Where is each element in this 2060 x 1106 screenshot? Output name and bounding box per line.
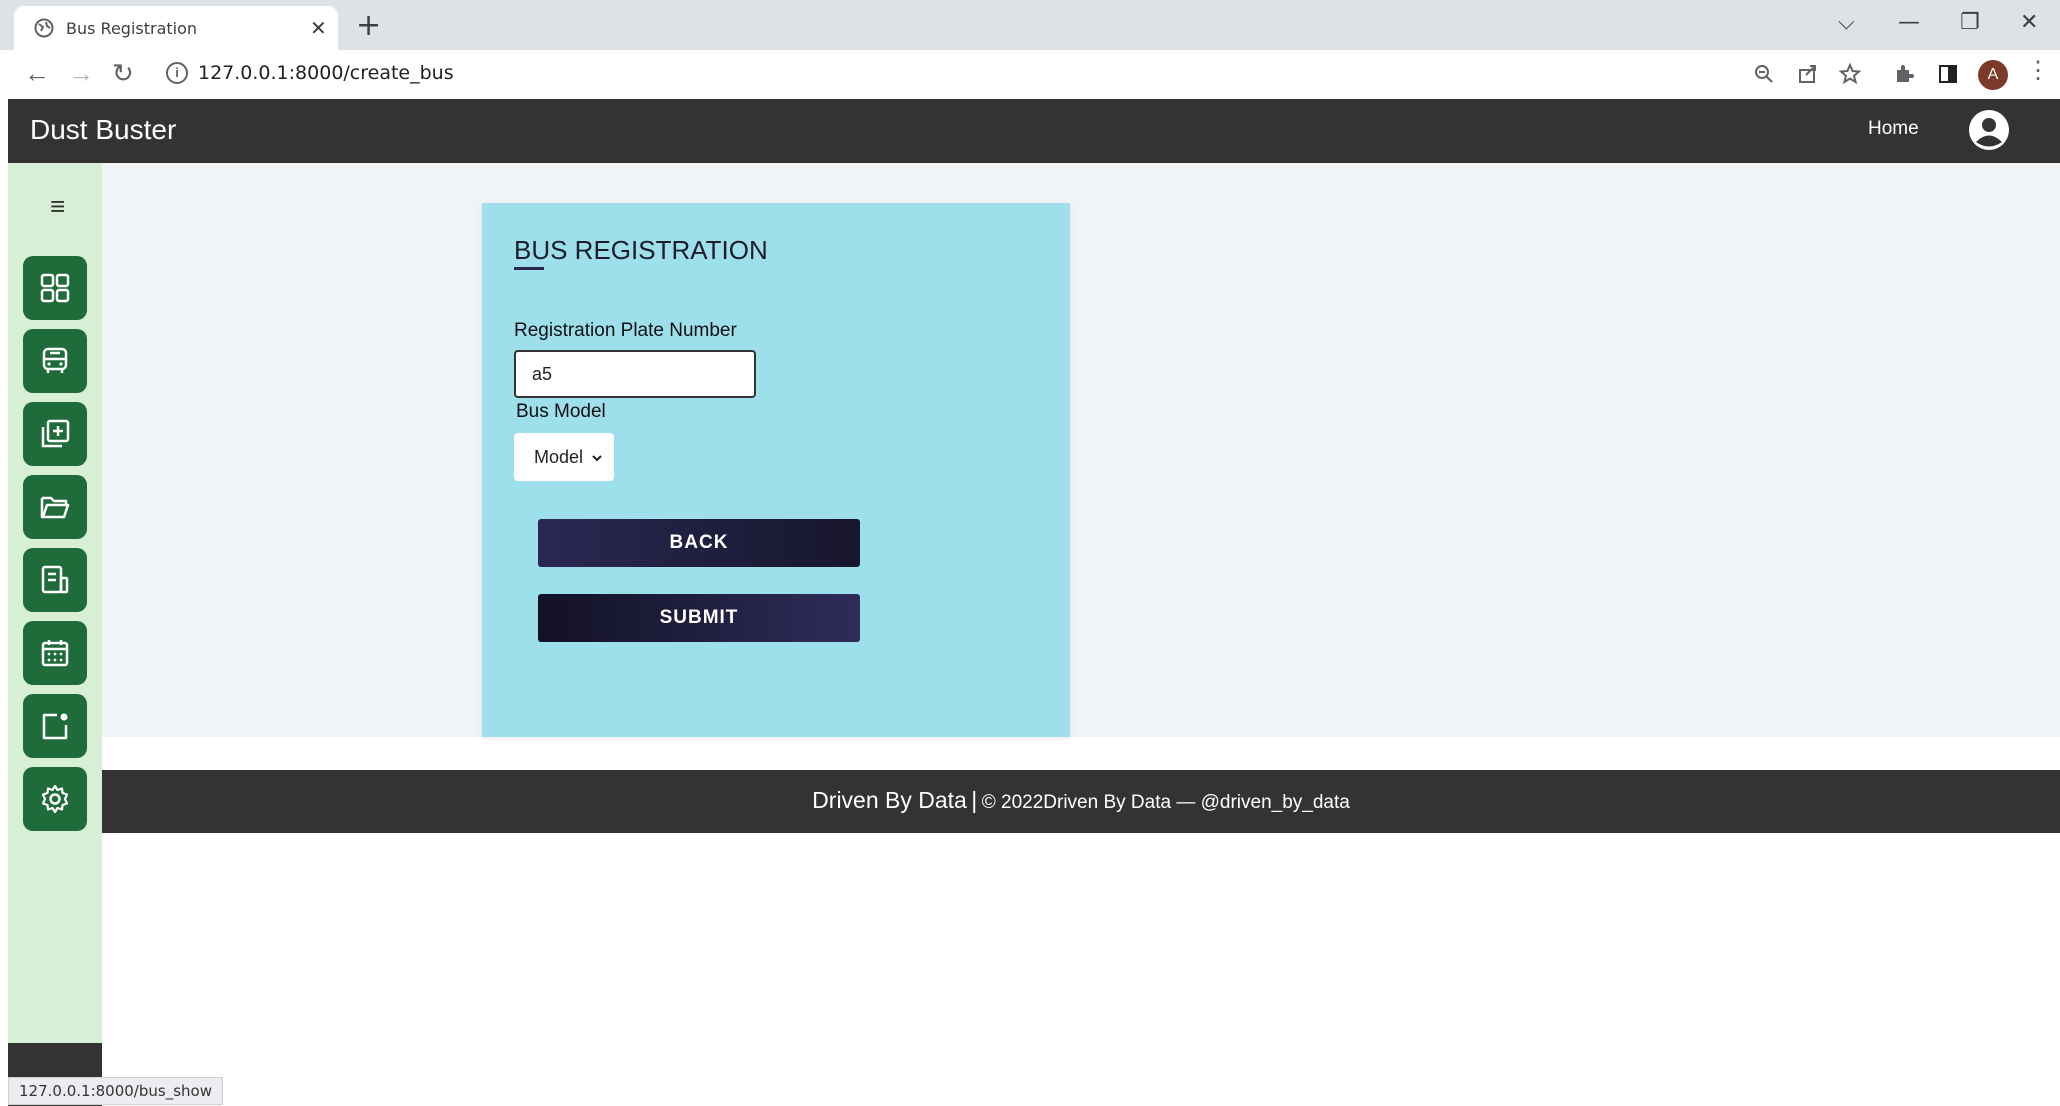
tab-close-icon[interactable]: ✕	[310, 16, 327, 41]
browser-toolbar: ← → ↻ i 127.0.0.1:8000/create_bus ⋮	[0, 50, 2060, 99]
forward-arrow-icon[interactable]: →	[68, 58, 94, 89]
zoom-icon[interactable]	[1752, 62, 1776, 86]
footer-brand: Driven By Data	[812, 787, 967, 813]
notification-card-icon	[42, 713, 68, 740]
sidebar: ≡	[8, 163, 102, 1106]
tab-title: Bus Registration	[66, 19, 198, 38]
plate-number-label: Registration Plate Number	[514, 320, 737, 341]
sidebar-item-settings[interactable]	[23, 767, 87, 831]
minimize-icon[interactable]: —	[1898, 10, 1920, 35]
submit-button[interactable]: SUBMIT	[538, 594, 860, 642]
tab-search-chevron-icon[interactable]: ⌵	[1838, 10, 1855, 35]
app-brand[interactable]: Dust Buster	[30, 114, 176, 146]
title-underline	[514, 267, 544, 270]
sidebar-item-reports[interactable]	[23, 548, 87, 612]
sidebar-item-folders[interactable]	[23, 475, 87, 539]
form-title: BUS REGISTRATION	[514, 235, 768, 265]
restore-icon[interactable]: ❐	[1960, 10, 1980, 35]
app-header: Dust Buster Home	[8, 99, 2060, 163]
back-button[interactable]: BACK	[538, 519, 860, 567]
browser-tab-strip: Bus Registration ✕ + ⌵ — ❐ ✕	[0, 0, 2060, 50]
back-arrow-icon[interactable]: ←	[24, 58, 50, 89]
sidebar-item-dashboard[interactable]	[23, 256, 87, 320]
footer-text: Driven By Data | © 2022Driven By Data — …	[102, 787, 2060, 814]
hamburger-menu-icon[interactable]: ≡	[50, 191, 65, 222]
site-info-icon[interactable]: i	[166, 62, 188, 84]
browser-menu-icon[interactable]: ⋮	[2026, 56, 2050, 85]
browser-profile-avatar[interactable]: A	[1978, 60, 2008, 90]
chevron-down-icon	[592, 455, 602, 462]
reload-icon[interactable]: ↻	[112, 58, 134, 89]
bus-model-select[interactable]: Model	[514, 433, 614, 481]
side-panel-icon[interactable]	[1936, 62, 1960, 86]
bus-registration-card: BUS REGISTRATION Registration Plate Numb…	[482, 203, 1070, 737]
user-account-icon[interactable]	[1968, 109, 2010, 151]
bookmark-star-icon[interactable]	[1838, 62, 1862, 86]
main-content: BUS REGISTRATION Registration Plate Numb…	[102, 163, 2060, 737]
nav-home-link[interactable]: Home	[1868, 118, 1919, 140]
globe-icon	[34, 18, 54, 38]
sidebar-item-add-bus[interactable]	[23, 402, 87, 466]
new-tab-button[interactable]: +	[356, 8, 381, 43]
extensions-puzzle-icon[interactable]	[1892, 62, 1916, 86]
footer-separator: |	[971, 787, 978, 813]
address-bar[interactable]: 127.0.0.1:8000/create_bus	[198, 62, 454, 84]
dashboard-grid-icon	[40, 273, 70, 303]
sidebar-item-schedule[interactable]	[23, 621, 87, 685]
footer: Driven By Data | © 2022Driven By Data — …	[102, 770, 2060, 833]
document-list-icon	[41, 565, 69, 594]
status-url-bubble: 127.0.0.1:8000/bus_show	[8, 1077, 223, 1105]
sidebar-item-buses[interactable]	[23, 329, 87, 393]
sidebar-item-notifications[interactable]	[23, 694, 87, 758]
footer-copyright: © 2022Driven By Data — @driven_by_data	[981, 792, 1350, 813]
bus-model-label: Bus Model	[516, 401, 606, 422]
settings-gear-icon	[41, 784, 69, 814]
plate-number-input[interactable]	[514, 350, 756, 398]
browser-tab[interactable]: Bus Registration ✕	[14, 6, 338, 50]
add-copy-icon	[41, 419, 70, 448]
calendar-icon	[41, 640, 69, 667]
bus-icon	[42, 347, 68, 373]
share-icon[interactable]	[1796, 62, 1820, 86]
folder-open-icon	[40, 496, 70, 519]
bus-model-selected-value: Model	[534, 447, 584, 467]
close-window-icon[interactable]: ✕	[2020, 10, 2038, 35]
